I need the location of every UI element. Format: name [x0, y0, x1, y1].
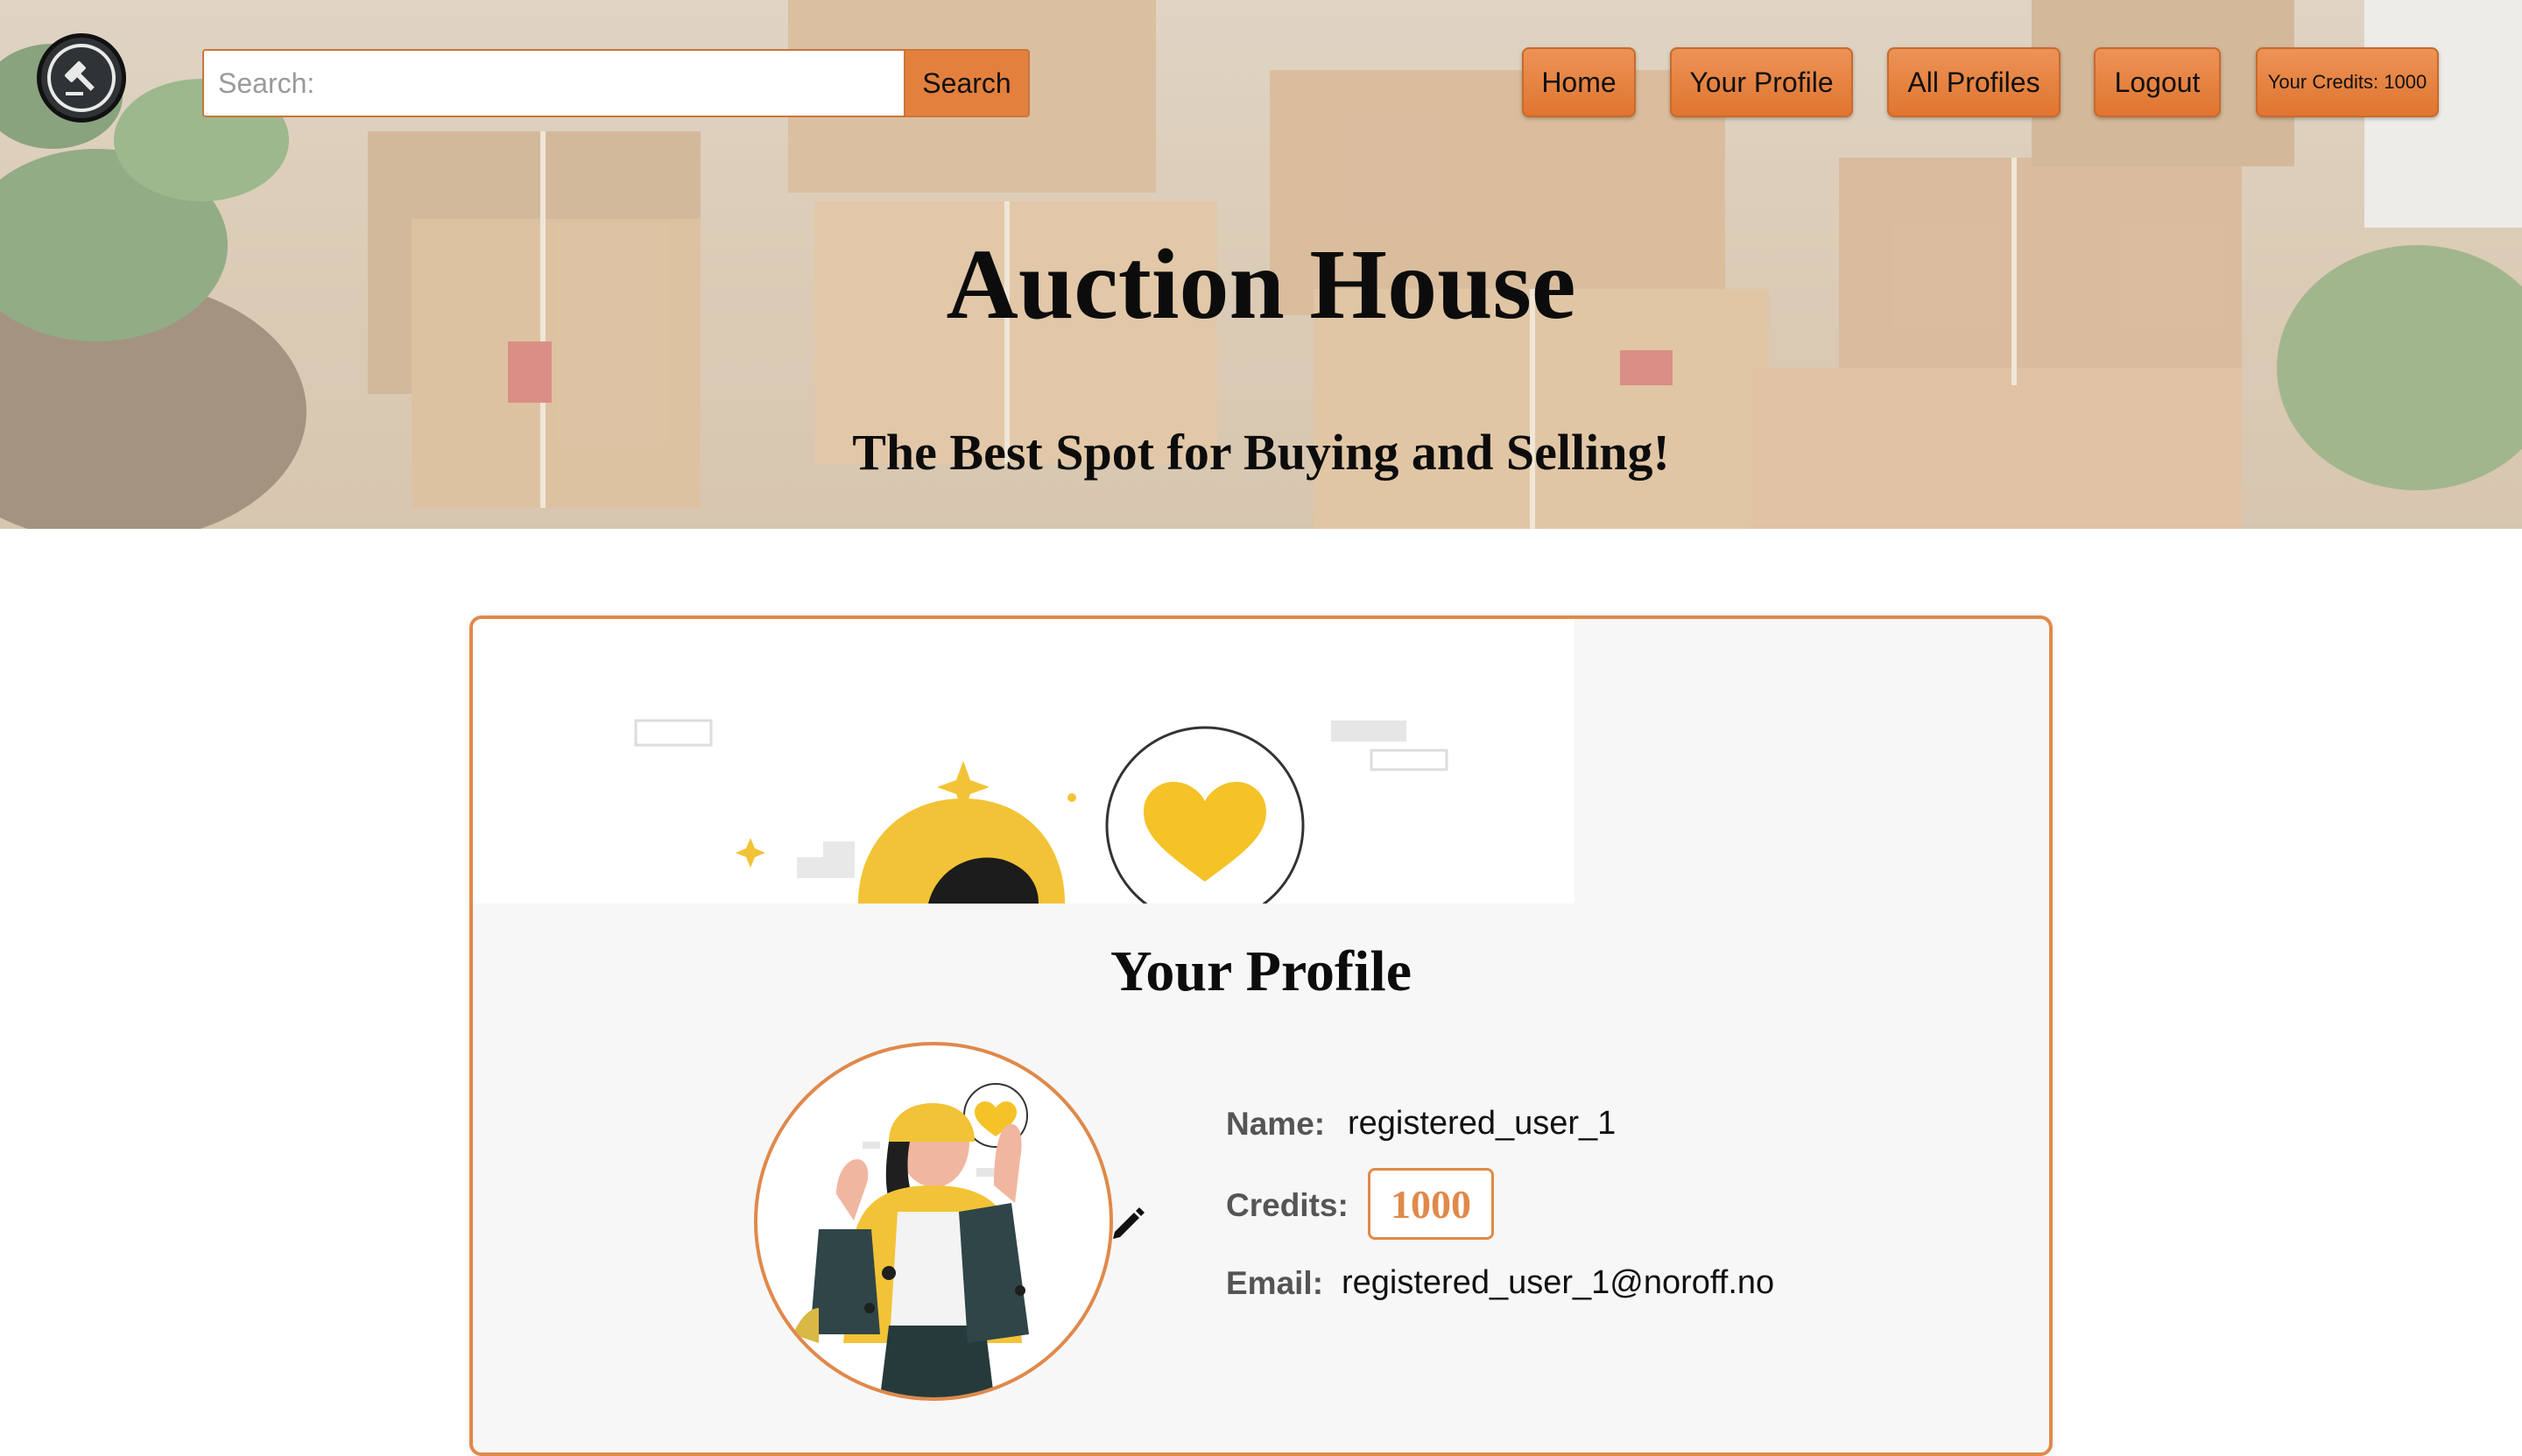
nav-home-button[interactable]: Home: [1522, 47, 1636, 117]
nav-your-profile-button[interactable]: Your Profile: [1670, 47, 1853, 117]
gavel-logo-icon[interactable]: [37, 33, 126, 123]
profile-title: Your Profile: [1110, 939, 1412, 1003]
credits-value-badge: 1000: [1368, 1168, 1494, 1240]
site-subtitle: The Best Spot for Buying and Selling!: [852, 424, 1670, 481]
nav-credits-badge[interactable]: Your Credits: 1000: [2256, 47, 2439, 117]
search-button[interactable]: Search: [904, 49, 1030, 117]
hero-banner: Search Home Your Profile All Profiles Lo…: [0, 0, 2522, 529]
site-title: Auction House: [946, 229, 1576, 340]
profile-card: Your Profile Name: registered_user_1 Cre…: [469, 615, 2053, 1456]
search-input[interactable]: [202, 49, 905, 117]
name-label: Name:: [1226, 1106, 1326, 1142]
nav-logout-button[interactable]: Logout: [2094, 47, 2221, 117]
credits-label: Credits:: [1226, 1187, 1349, 1223]
email-value: registered_user_1@noroff.no: [1342, 1264, 1775, 1301]
profile-banner-image: [473, 619, 1574, 904]
pencil-icon[interactable]: [1110, 1204, 1146, 1241]
name-value: registered_user_1: [1348, 1105, 1617, 1142]
email-label: Email:: [1226, 1265, 1324, 1301]
nav-all-profiles-button[interactable]: All Profiles: [1887, 47, 2061, 117]
profile-avatar[interactable]: [754, 1042, 1113, 1401]
